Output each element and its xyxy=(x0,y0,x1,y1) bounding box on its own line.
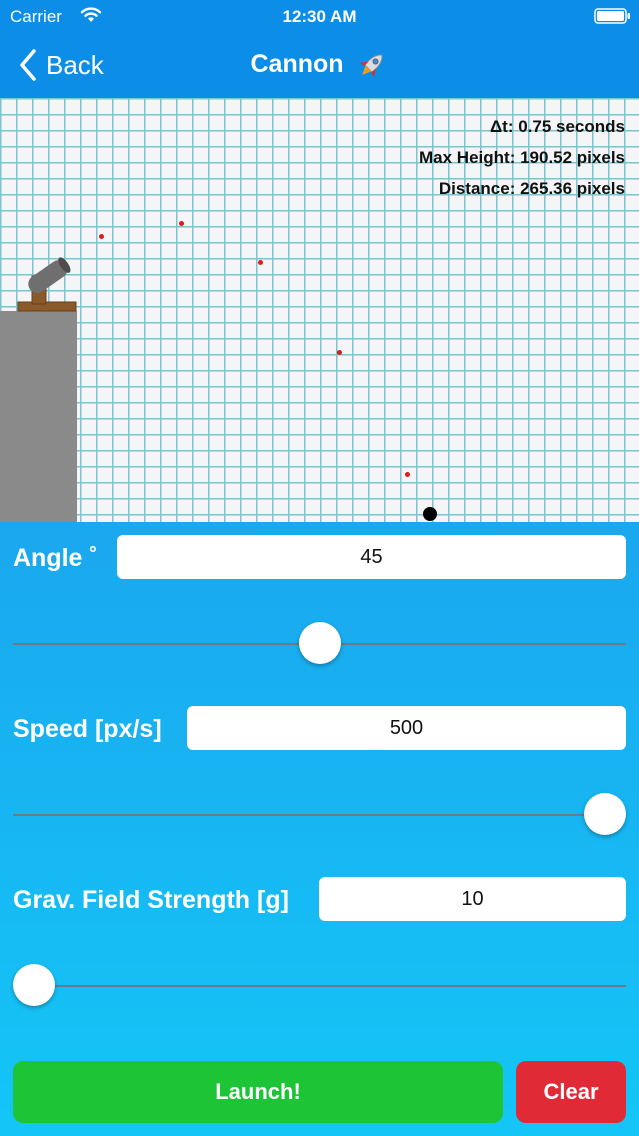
gravity-label: Grav. Field Strength [g] xyxy=(13,886,289,914)
angle-slider-thumb[interactable] xyxy=(298,622,341,664)
speed-input[interactable] xyxy=(187,706,626,750)
clear-button[interactable]: Clear xyxy=(516,1061,626,1123)
app-root: Carrier 12:30 AM Back Cannon Δt: 0.75 se… xyxy=(0,0,639,1136)
cannon-icon xyxy=(17,257,77,312)
trajectory-point xyxy=(179,221,184,226)
speed-slider-thumb[interactable] xyxy=(584,793,626,835)
speed-label: Speed [px/s] xyxy=(13,715,162,743)
cannonball xyxy=(423,507,437,521)
page-title: Cannon xyxy=(0,50,639,80)
gravity-slider-thumb[interactable] xyxy=(13,964,55,1006)
trajectory-point xyxy=(405,472,410,477)
trajectory-point xyxy=(258,260,263,265)
cannon-pedestal xyxy=(0,311,77,522)
trajectory-point xyxy=(337,350,342,355)
nav-bar: Back Cannon xyxy=(0,34,639,98)
stats-panel: Δt: 0.75 seconds Max Height: 190.52 pixe… xyxy=(419,111,625,204)
status-bar: Carrier 12:30 AM xyxy=(0,0,639,34)
gravity-slider-track xyxy=(13,985,626,987)
speed-slider-track xyxy=(13,814,626,816)
delta-t-readout: Δt: 0.75 seconds xyxy=(489,117,625,136)
controls-panel: Angle ˚ Speed [px/s] Grav. Field Strengt… xyxy=(0,522,639,1136)
angle-slider[interactable] xyxy=(13,622,626,666)
gravity-slider[interactable] xyxy=(13,964,626,1008)
simulation-canvas: Δt: 0.75 seconds Max Height: 190.52 pixe… xyxy=(0,98,639,522)
launch-button[interactable]: Launch! xyxy=(13,1061,503,1123)
gravity-input[interactable] xyxy=(319,877,626,921)
max-height-readout: Max Height: 190.52 pixels xyxy=(419,148,625,167)
angle-input[interactable] xyxy=(117,535,626,579)
speed-slider[interactable] xyxy=(13,793,626,837)
trajectory-point xyxy=(99,234,104,239)
rocket-icon xyxy=(359,54,382,78)
angle-label: Angle ˚ xyxy=(13,544,98,572)
clock: 12:30 AM xyxy=(282,7,357,26)
top-bar: Carrier 12:30 AM Back Cannon xyxy=(0,0,639,98)
battery-icon xyxy=(594,8,630,24)
page-title-text: Cannon xyxy=(250,50,344,78)
distance-readout: Distance: 265.36 pixels xyxy=(438,179,625,198)
